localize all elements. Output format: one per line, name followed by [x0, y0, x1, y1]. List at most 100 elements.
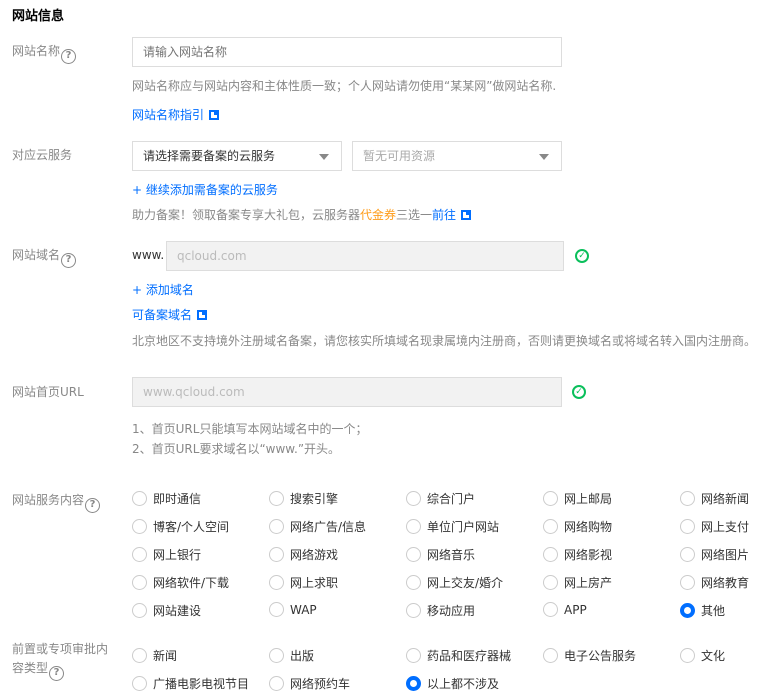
approval-radio[interactable]: 新闻	[132, 647, 177, 664]
service-radio[interactable]: 移动应用	[406, 602, 475, 619]
service-radio[interactable]: 网络广告/信息	[269, 518, 366, 535]
help-icon[interactable]: ?	[61, 253, 77, 268]
approval-radio-label: 电子公告服务	[564, 649, 637, 663]
site-name-label: 网站名称?	[12, 42, 77, 64]
radio-circle-icon	[680, 575, 695, 590]
service-radio[interactable]: 网上邮局	[543, 490, 612, 507]
radio-circle-icon	[543, 648, 558, 663]
radio-circle-icon	[406, 676, 421, 691]
add-domain-link[interactable]: + 添加域名	[132, 281, 194, 298]
service-radio[interactable]: 搜索引擎	[269, 490, 338, 507]
service-radio-label: 网络图片	[701, 548, 750, 562]
promo-text: 助力备案！领取备案专享大礼包，云服务器代金券三选一前往	[132, 206, 472, 223]
homepage-hint-2: 2、首页URL要求域名以“www.”开头。	[132, 442, 341, 456]
cloud-resource-select[interactable]: 暂无可用资源	[352, 141, 562, 171]
available-domain-link[interactable]: 可备案域名	[132, 306, 208, 323]
service-radio[interactable]: 网上支付	[680, 518, 749, 535]
radio-circle-icon	[406, 547, 421, 562]
service-radio[interactable]: 网络教育	[680, 574, 749, 591]
service-radio[interactable]: 即时通信	[132, 490, 201, 507]
domain-hint: 北京地区不支持境外注册域名备案，请您核实所填域名现隶属境内注册商，否则请更换域名…	[132, 334, 757, 348]
homepage-input[interactable]: www.qcloud.com	[132, 377, 562, 407]
radio-circle-icon	[406, 575, 421, 590]
check-circle-icon: ✓	[572, 385, 586, 399]
approval-radio[interactable]: 电子公告服务	[543, 647, 636, 664]
domain-prefix: www.	[132, 248, 165, 262]
promo-highlight: 代金券	[360, 208, 397, 222]
help-icon[interactable]: ?	[49, 666, 65, 681]
radio-circle-icon	[680, 491, 695, 506]
site-name-guide-text: 网站名称指引	[132, 108, 205, 122]
radio-circle-icon	[543, 547, 558, 562]
service-radio-label: 网上银行	[153, 548, 202, 562]
approval-radio[interactable]: 出版	[269, 647, 314, 664]
approval-radio[interactable]: 广播电影电视节目	[132, 675, 249, 692]
service-radio[interactable]: 其他	[680, 602, 725, 619]
service-radio-label: 网络游戏	[290, 548, 339, 562]
radio-circle-icon	[269, 575, 284, 590]
service-radio[interactable]: 网络音乐	[406, 546, 475, 563]
service-radio[interactable]: 单位门户网站	[406, 518, 499, 535]
approval-radio[interactable]: 网络预约车	[269, 675, 350, 692]
external-link-icon	[461, 210, 472, 220]
promo-link[interactable]: 前往	[432, 208, 456, 222]
radio-circle-icon	[132, 547, 147, 562]
service-radio[interactable]: 网络软件/下载	[132, 574, 229, 591]
service-radio[interactable]: 综合门户	[406, 490, 475, 507]
help-icon[interactable]: ?	[85, 498, 101, 513]
radio-circle-icon	[132, 648, 147, 663]
approval-radio-label: 药品和医疗器械	[427, 649, 512, 663]
domain-label-text: 网站域名	[12, 248, 61, 262]
radio-circle-icon	[132, 519, 147, 534]
service-label-text: 网站服务内容	[12, 493, 85, 507]
radio-circle-icon	[543, 602, 558, 617]
domain-input[interactable]: qcloud.com	[166, 241, 564, 271]
radio-circle-icon	[680, 648, 695, 663]
service-radio[interactable]: 网络游戏	[269, 546, 338, 563]
service-radio-label: 网络新闻	[701, 492, 750, 506]
service-radio[interactable]: 网络影视	[543, 546, 612, 563]
radio-circle-icon	[406, 648, 421, 663]
approval-radio[interactable]: 药品和医疗器械	[406, 647, 511, 664]
approval-radio-label: 新闻	[153, 649, 178, 663]
service-radio[interactable]: 网站建设	[132, 602, 201, 619]
approval-label-line1: 前置或专项审批内	[12, 642, 109, 656]
add-cloud-service-link[interactable]: + 继续添加需备案的云服务	[132, 181, 278, 198]
service-radio[interactable]: 网络新闻	[680, 490, 749, 507]
service-radio[interactable]: 网络图片	[680, 546, 749, 563]
cloud-service-select[interactable]: 请选择需要备案的云服务	[132, 141, 342, 171]
service-radio[interactable]: WAP	[269, 602, 317, 617]
service-radio[interactable]: 网上银行	[132, 546, 201, 563]
service-radio[interactable]: 网上房产	[543, 574, 612, 591]
approval-radio[interactable]: 文化	[680, 647, 725, 664]
radio-circle-icon	[406, 603, 421, 618]
site-name-input[interactable]	[132, 37, 562, 67]
radio-circle-icon	[269, 602, 284, 617]
service-radio-label: 移动应用	[427, 604, 476, 618]
radio-circle-icon	[132, 575, 147, 590]
homepage-hint-1: 1、首页URL只能填写本网站域名中的一个；	[132, 422, 368, 436]
service-radio[interactable]: 网上交友/婚介	[406, 574, 503, 591]
service-radio-label: 网上支付	[701, 520, 750, 534]
site-name-label-text: 网站名称	[12, 44, 61, 58]
service-radio-label: 博客/个人空间	[153, 520, 230, 534]
service-radio[interactable]: 网上求职	[269, 574, 338, 591]
service-label: 网站服务内容?	[12, 491, 101, 513]
approval-radio-label: 广播电影电视节目	[153, 677, 250, 691]
radio-circle-icon	[680, 603, 695, 618]
service-radio-label: 网络影视	[564, 548, 613, 562]
service-radio-label: 网上邮局	[564, 492, 613, 506]
service-radio[interactable]: 网络购物	[543, 518, 612, 535]
service-radio-label: 综合门户	[427, 492, 476, 506]
service-radio[interactable]: APP	[543, 602, 587, 617]
available-domain-text: 可备案域名	[132, 308, 193, 322]
service-radio-label: WAP	[290, 602, 317, 617]
service-radio[interactable]: 博客/个人空间	[132, 518, 229, 535]
radio-circle-icon	[132, 676, 147, 691]
site-name-guide-link[interactable]: 网站名称指引	[132, 106, 220, 123]
radio-circle-icon	[406, 491, 421, 506]
service-radio-label: 网络音乐	[427, 548, 476, 562]
help-icon[interactable]: ?	[61, 49, 77, 64]
approval-radio-label: 文化	[701, 649, 726, 663]
approval-radio[interactable]: 以上都不涉及	[406, 675, 499, 692]
